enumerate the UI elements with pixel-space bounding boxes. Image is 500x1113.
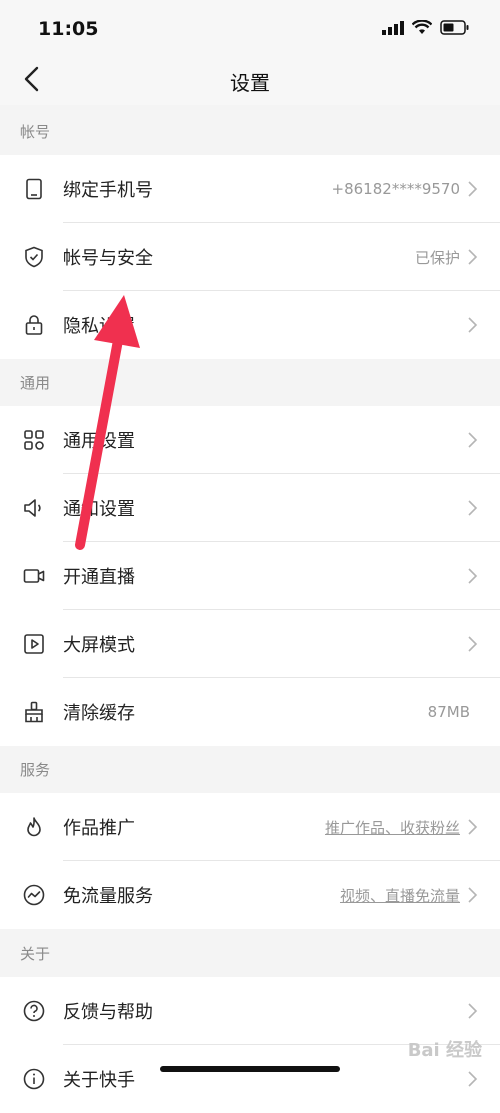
chevron-right-icon <box>468 249 478 265</box>
page-title: 设置 <box>230 71 270 95</box>
row-general-settings[interactable]: 通用设置 <box>0 406 500 474</box>
row-account-security[interactable]: 帐号与安全 已保护 <box>0 223 500 291</box>
row-label: 大屏模式 <box>63 635 135 656</box>
wave-icon <box>23 884 45 906</box>
row-label: 开通直播 <box>63 567 135 588</box>
row-label: 通知设置 <box>63 499 135 520</box>
chevron-right-icon <box>468 317 478 333</box>
chevron-right-icon <box>468 500 478 516</box>
play-icon <box>23 633 45 655</box>
flame-icon <box>23 816 45 838</box>
grid-icon <box>23 429 45 451</box>
status-bar: 11:05 <box>0 0 500 55</box>
home-indicator[interactable] <box>160 1066 340 1072</box>
row-value: 推广作品、收获粉丝 <box>324 818 460 837</box>
group-service: 作品推广 推广作品、收获粉丝 免流量服务 视频、直播免流量 <box>0 793 500 929</box>
section-label-service: 服务 <box>20 761 51 779</box>
chevron-right-icon <box>468 181 478 197</box>
chevron-right-icon <box>468 1003 478 1019</box>
lock-icon <box>23 314 45 336</box>
wifi-icon <box>412 20 432 34</box>
row-feedback[interactable]: 反馈与帮助 <box>0 977 500 1045</box>
help-icon <box>23 1000 45 1022</box>
status-time: 11:05 <box>38 18 99 40</box>
watermark: Bai 经验 <box>407 1040 482 1061</box>
chevron-right-icon <box>468 819 478 835</box>
row-bind-phone[interactable]: 绑定手机号 +86182****9570 <box>0 155 500 223</box>
row-clear-cache[interactable]: 清除缓存 87MB <box>0 678 500 746</box>
section-label-about: 关于 <box>20 945 51 963</box>
row-notification-settings[interactable]: 通知设置 <box>0 474 500 542</box>
phone-icon <box>23 178 45 200</box>
row-value: 87MB <box>427 703 470 721</box>
camera-icon <box>23 565 45 587</box>
row-label: 清除缓存 <box>63 703 135 724</box>
row-privacy[interactable]: 隐私设置 <box>0 291 500 359</box>
info-icon <box>23 1068 45 1090</box>
shield-icon <box>23 246 45 268</box>
chevron-right-icon <box>468 887 478 903</box>
nav-bar: 设置 <box>0 55 500 105</box>
chevron-right-icon <box>468 432 478 448</box>
signal-icon <box>382 20 404 35</box>
chevron-right-icon <box>468 568 478 584</box>
row-label: 绑定手机号 <box>63 180 153 201</box>
section-label-account: 帐号 <box>20 123 51 141</box>
row-value: 已保护 <box>414 248 460 267</box>
row-label: 反馈与帮助 <box>63 1002 153 1023</box>
group-account: 绑定手机号 +86182****9570 帐号与安全 已保护 隐私设置 <box>0 155 500 359</box>
row-label: 通用设置 <box>63 431 135 452</box>
row-free-data[interactable]: 免流量服务 视频、直播免流量 <box>0 861 500 929</box>
row-promotion[interactable]: 作品推广 推广作品、收获粉丝 <box>0 793 500 861</box>
chevron-right-icon <box>468 1071 478 1087</box>
row-value: 视频、直播免流量 <box>339 886 460 905</box>
row-label: 作品推广 <box>63 818 135 839</box>
chevron-right-icon <box>468 636 478 652</box>
row-large-screen[interactable]: 大屏模式 <box>0 610 500 678</box>
row-label: 隐私设置 <box>63 316 135 337</box>
battery-icon <box>440 20 469 35</box>
group-general: 通用设置 通知设置 开通直播 大屏模式 清除缓存 87MB <box>0 406 500 746</box>
row-label: 免流量服务 <box>63 886 153 907</box>
row-live-stream[interactable]: 开通直播 <box>0 542 500 610</box>
row-label: 帐号与安全 <box>63 248 153 269</box>
broom-icon <box>23 701 45 723</box>
section-label-general: 通用 <box>20 374 51 392</box>
speaker-icon <box>23 497 45 519</box>
row-value: +86182****9570 <box>331 180 460 198</box>
status-icons <box>382 20 470 35</box>
